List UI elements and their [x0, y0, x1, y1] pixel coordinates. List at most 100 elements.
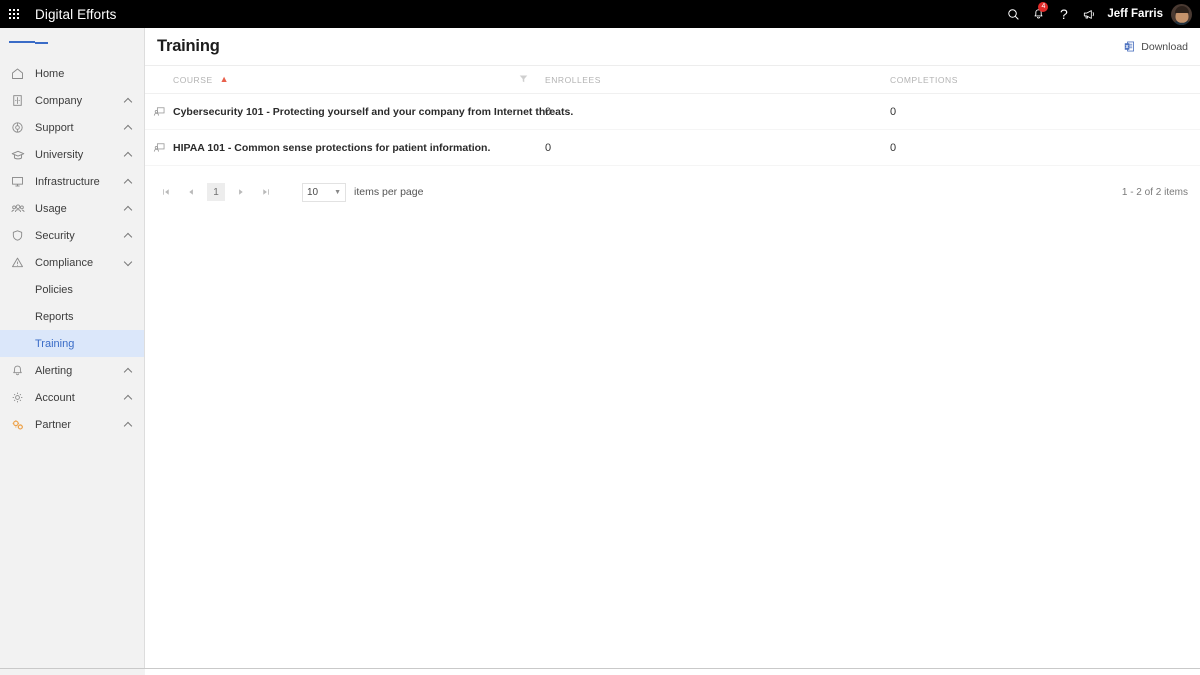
previous-page-icon — [189, 189, 193, 195]
chevron-up-icon[interactable] — [125, 205, 133, 213]
chevron-up-icon[interactable] — [125, 178, 133, 186]
next-page-icon — [239, 189, 243, 195]
sidebar-item-university[interactable]: University — [0, 141, 144, 168]
home-icon — [9, 65, 26, 82]
row-icon-cell — [145, 93, 173, 130]
chevron-up-icon[interactable] — [125, 394, 133, 402]
apps-grid-icon — [9, 9, 19, 19]
warning-triangle-icon — [9, 254, 26, 271]
page-size-select[interactable]: 10 ▼ — [302, 182, 346, 202]
header-label-enrollees: ENROLLEES — [545, 74, 601, 85]
support-icon — [9, 119, 26, 136]
chevron-up-icon[interactable] — [125, 232, 133, 240]
brand-title: Digital Efforts — [35, 6, 117, 22]
hamburger-menu-icon-bar — [35, 42, 48, 44]
top-bar-actions: 4 ? Jeff Farris — [1001, 0, 1200, 28]
megaphone-icon — [1083, 9, 1094, 19]
sidebar-item-account[interactable]: Account — [0, 384, 144, 411]
chevron-up-icon[interactable] — [125, 151, 133, 159]
header-cell-icon — [145, 66, 173, 94]
sidebar-item-label: Account — [35, 391, 75, 404]
sidebar: Home Company Support University Infrastr… — [0, 28, 145, 668]
pagination: 1 10 ▼ items per page 1 - 2 of 2 items — [145, 173, 1200, 211]
announcements-button[interactable] — [1076, 0, 1101, 28]
scrollbar-track-left — [0, 669, 145, 675]
table-header: COURSE ▲ ENROLLEES COMPLETIONS — [145, 66, 1200, 94]
sidebar-toggle-button[interactable] — [0, 28, 144, 58]
avatar-hair — [1174, 6, 1189, 14]
chevron-up-icon[interactable] — [125, 97, 133, 105]
item-count-label: 1 - 2 of 2 items — [1121, 186, 1188, 198]
download-button[interactable]: Download — [1123, 40, 1188, 53]
header-cell-filter[interactable] — [519, 66, 545, 94]
row-icon-cell — [145, 129, 173, 166]
filter-funnel-icon — [519, 75, 528, 83]
sidebar-item-label: Partner — [35, 418, 72, 431]
row-enrollees-cell: 0 — [545, 93, 890, 130]
excel-export-icon — [1125, 41, 1135, 52]
header-cell-completions[interactable]: COMPLETIONS — [890, 66, 1200, 94]
page-size-value: 10 — [307, 186, 319, 198]
sort-ascending-icon: ▲ — [219, 74, 230, 84]
chevron-down-icon: ▼ — [334, 188, 341, 196]
monitor-icon — [9, 173, 26, 190]
sidebar-item-alerting[interactable]: Alerting — [0, 357, 144, 384]
sidebar-item-label: Compliance — [35, 256, 94, 269]
sidebar-item-label: Infrastructure — [35, 175, 100, 188]
header-cell-course[interactable]: COURSE ▲ — [173, 66, 519, 94]
table-row[interactable]: HIPAA 101 - Common sense protections for… — [145, 129, 1200, 166]
table-row[interactable]: Cybersecurity 101 - Protecting yourself … — [145, 93, 1200, 130]
notifications-badge: 4 — [1038, 2, 1049, 12]
search-icon — [1008, 8, 1020, 20]
sidebar-item-usage[interactable]: Usage — [0, 195, 144, 222]
apps-grid-button[interactable] — [0, 0, 28, 28]
hamburger-menu-icon-bar — [9, 40, 22, 43]
notifications-button[interactable]: 4 — [1026, 0, 1051, 28]
avatar[interactable] — [1171, 3, 1192, 25]
sidebar-item-infrastructure[interactable]: Infrastructure — [0, 168, 144, 195]
first-page-icon — [163, 189, 169, 195]
page-header: Training Download — [145, 28, 1200, 66]
hamburger-menu-icon-bar — [22, 40, 35, 43]
help-button[interactable]: ? — [1051, 0, 1076, 28]
last-page-button[interactable] — [257, 183, 275, 201]
sidebar-nav: Home Company Support University Infrastr… — [0, 60, 144, 438]
partner-gears-icon — [9, 416, 26, 433]
row-course-cell: HIPAA 101 - Common sense protections for… — [173, 129, 545, 166]
previous-page-button[interactable] — [182, 183, 200, 201]
chevron-up-icon[interactable] — [125, 421, 133, 429]
first-page-button[interactable] — [157, 183, 175, 201]
page-title: Training — [157, 37, 220, 55]
page-number-1[interactable]: 1 — [207, 183, 225, 201]
building-icon — [9, 92, 26, 109]
sidebar-item-label: University — [35, 148, 84, 161]
next-page-button[interactable] — [232, 183, 250, 201]
download-label: Download — [1141, 40, 1188, 53]
course-name: HIPAA 101 - Common sense protections for… — [173, 141, 491, 154]
sidebar-item-compliance[interactable]: Compliance — [0, 249, 144, 276]
bell-icon — [9, 362, 26, 379]
sidebar-subitem-training[interactable]: Training — [0, 330, 144, 357]
horizontal-scrollbar[interactable] — [0, 668, 1200, 675]
chevron-up-icon[interactable] — [125, 124, 133, 132]
last-page-icon — [263, 189, 269, 195]
chevron-down-icon[interactable] — [125, 259, 133, 267]
user-name-label: Jeff Farris — [1107, 8, 1163, 20]
sidebar-item-home[interactable]: Home — [0, 60, 144, 87]
sidebar-item-label: Security — [35, 229, 75, 242]
search-button[interactable] — [1001, 0, 1026, 28]
sidebar-subitem-policies[interactable]: Policies — [0, 276, 144, 303]
sidebar-item-company[interactable]: Company — [0, 87, 144, 114]
header-cell-enrollees[interactable]: ENROLLEES — [545, 66, 890, 94]
row-completions-cell: 0 — [890, 129, 1200, 166]
sidebar-subitem-reports[interactable]: Reports — [0, 303, 144, 330]
chevron-up-icon[interactable] — [125, 367, 133, 375]
sidebar-item-support[interactable]: Support — [0, 114, 144, 141]
header-label-course: COURSE — [173, 74, 213, 85]
header-label-completions: COMPLETIONS — [890, 74, 958, 85]
sidebar-item-security[interactable]: Security — [0, 222, 144, 249]
training-presentation-icon — [145, 141, 173, 154]
row-completions-cell: 0 — [890, 93, 1200, 130]
sidebar-item-partner[interactable]: Partner — [0, 411, 144, 438]
sidebar-item-label: Support — [35, 121, 74, 134]
